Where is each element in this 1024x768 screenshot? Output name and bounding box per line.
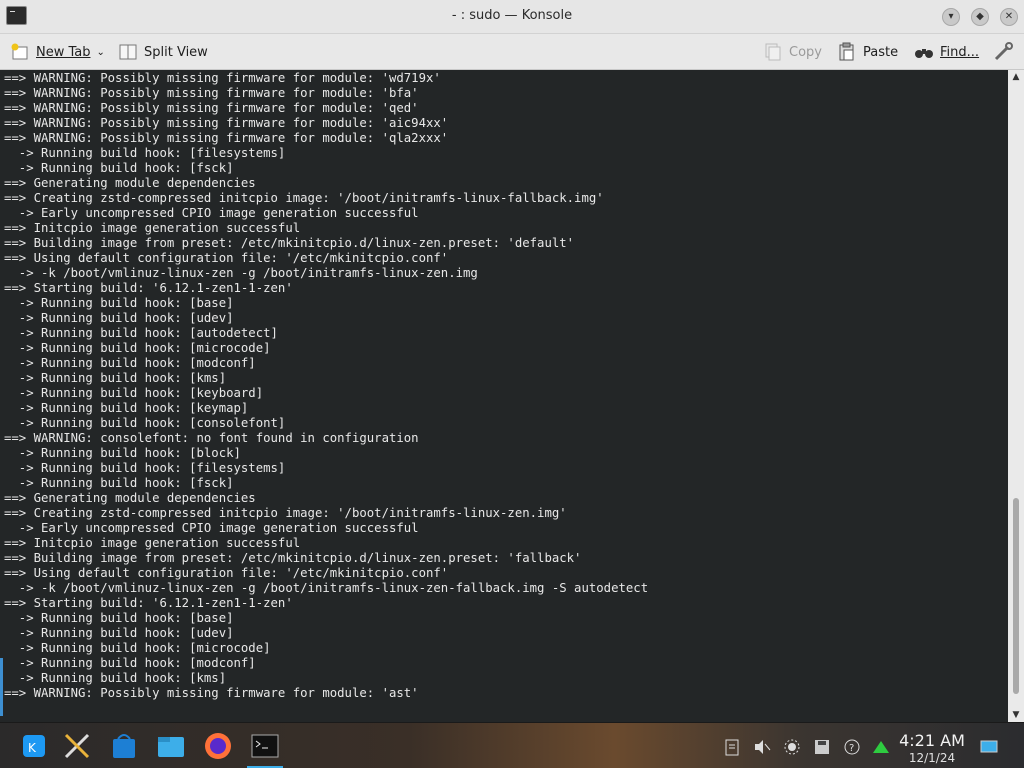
scroll-thumb[interactable]: [1013, 498, 1019, 694]
scroll-up-arrow-icon[interactable]: ▲: [1008, 70, 1024, 84]
terminal-line: -> Running build hook: [base]: [4, 296, 234, 310]
kde-menu-icon[interactable]: K: [19, 731, 49, 761]
scroll-down-arrow-icon[interactable]: ▼: [1008, 708, 1024, 722]
terminal-line: ==> Starting build: '6.12.1-zen1-1-zen': [4, 281, 293, 295]
terminal-line: ==> Starting build: '6.12.1-zen1-1-zen': [4, 596, 293, 610]
clock-time[interactable]: 4:21 AM: [892, 731, 972, 750]
minimize-button[interactable]: ▾: [942, 8, 960, 26]
find-label: Find...: [940, 44, 980, 60]
terminal-line: -> Running build hook: [autodetect]: [4, 326, 278, 340]
window-title: - : sudo — Konsole: [451, 8, 573, 23]
toolbar: New Tab ⌄ Split View Copy Paste Find...: [0, 34, 1024, 70]
help-icon[interactable]: ?: [843, 738, 861, 756]
wrench-screwdriver-icon: [993, 42, 1013, 62]
terminal-line: -> -k /boot/vmlinuz-linux-zen -g /boot/i…: [4, 581, 649, 595]
terminal-line: ==> Building image from preset: /etc/mki…: [4, 551, 582, 565]
vertical-scrollbar[interactable]: ▲ ▼: [1008, 70, 1024, 722]
terminal-line: -> Running build hook: [consolefont]: [4, 416, 286, 430]
taskbar: K ? 4:21 AM 12/1/24: [0, 722, 1024, 768]
terminal-line: ==> WARNING: consolefont: no font found …: [4, 431, 419, 445]
terminal-line: -> Running build hook: [keyboard]: [4, 386, 264, 400]
prompt-marker: [0, 658, 3, 716]
terminal-line: -> Running build hook: [keymap]: [4, 401, 249, 415]
find-button[interactable]: Find...: [914, 40, 979, 64]
maximize-button[interactable]: ◆: [971, 8, 989, 26]
terminal-line: -> Early uncompressed CPIO image generat…: [4, 521, 419, 535]
store-icon[interactable]: [109, 731, 139, 761]
terminal-line: ==> WARNING: Possibly missing firmware f…: [4, 686, 419, 700]
paste-icon: [837, 42, 857, 62]
terminal-line: ==> Generating module dependencies: [4, 176, 256, 190]
paste-label: Paste: [863, 44, 899, 60]
terminal-line: -> Running build hook: [kms]: [4, 671, 227, 685]
paste-button[interactable]: Paste: [837, 40, 898, 64]
terminal-line: -> Running build hook: [filesystems]: [4, 461, 286, 475]
terminal-line: -> Running build hook: [fsck]: [4, 161, 234, 175]
new-tab-icon: [10, 42, 30, 62]
terminal-line: -> Running build hook: [base]: [4, 611, 234, 625]
chevron-down-icon: ▾: [948, 11, 954, 22]
brightness-icon[interactable]: [783, 738, 801, 756]
close-button[interactable]: ✕: [1000, 8, 1018, 26]
tools-icon[interactable]: [62, 731, 92, 761]
terminal-line: -> Running build hook: [microcode]: [4, 641, 271, 655]
terminal-line: -> Running build hook: [block]: [4, 446, 241, 460]
terminal-line: ==> WARNING: Possibly missing firmware f…: [4, 116, 449, 130]
close-icon: ✕: [1004, 11, 1014, 22]
terminal-output: ==> WARNING: Possibly missing firmware f…: [4, 71, 648, 701]
terminal-line: ==> Initcpio image generation successful: [4, 221, 301, 235]
copy-icon: [763, 42, 783, 62]
binoculars-icon: [914, 42, 934, 62]
clock-date[interactable]: 12/1/24: [892, 751, 972, 765]
terminal-line: ==> WARNING: Possibly missing firmware f…: [4, 131, 449, 145]
files-icon[interactable]: [156, 731, 186, 761]
terminal-line: -> Running build hook: [fsck]: [4, 476, 234, 490]
terminal-line: ==> Creating zstd-compressed initcpio im…: [4, 506, 567, 520]
terminal-line: -> Early uncompressed CPIO image generat…: [4, 206, 419, 220]
terminal-line: ==> WARNING: Possibly missing firmware f…: [4, 71, 441, 85]
volume-muted-icon[interactable]: [753, 738, 771, 756]
terminal-line: -> Running build hook: [filesystems]: [4, 146, 286, 160]
terminal-line: ==> Using default configuration file: '/…: [4, 251, 449, 265]
konsole-icon[interactable]: [250, 731, 280, 761]
terminal-line: -> -k /boot/vmlinuz-linux-zen -g /boot/i…: [4, 266, 478, 280]
new-tab-label: New Tab: [36, 44, 91, 60]
split-view-icon: [118, 42, 138, 62]
new-tab-button[interactable]: New Tab ⌄: [10, 40, 105, 64]
diamond-icon: ◆: [976, 11, 984, 22]
terminal-line: ==> Building image from preset: /etc/mki…: [4, 236, 575, 250]
terminal-view[interactable]: ==> WARNING: Possibly missing firmware f…: [0, 70, 1008, 722]
terminal-line: -> Running build hook: [udev]: [4, 626, 234, 640]
settings-button[interactable]: [993, 40, 1019, 64]
show-desktop-icon[interactable]: [980, 738, 998, 756]
terminal-line: -> Running build hook: [modconf]: [4, 356, 256, 370]
dropdown-arrow-icon[interactable]: ⌄: [97, 47, 105, 58]
terminal-line: -> Running build hook: [microcode]: [4, 341, 271, 355]
terminal-line: ==> Creating zstd-compressed initcpio im…: [4, 191, 604, 205]
terminal-line: ==> WARNING: Possibly missing firmware f…: [4, 101, 419, 115]
clipboard-icon[interactable]: [723, 738, 741, 756]
terminal-line: ==> Using default configuration file: '/…: [4, 566, 449, 580]
copy-label: Copy: [789, 44, 822, 60]
terminal-line: -> Running build hook: [modconf]: [4, 656, 256, 670]
svg-text:?: ?: [849, 743, 854, 754]
copy-button[interactable]: Copy: [763, 40, 822, 64]
network-icon[interactable]: [872, 738, 890, 756]
terminal-line: ==> Initcpio image generation successful: [4, 536, 301, 550]
svg-text:K: K: [28, 741, 37, 755]
firefox-icon[interactable]: [203, 731, 233, 761]
title-bar: - : sudo — Konsole ▾ ◆ ✕: [0, 0, 1024, 34]
terminal-line: -> Running build hook: [kms]: [4, 371, 227, 385]
storage-icon[interactable]: [813, 738, 831, 756]
terminal-line: ==> Generating module dependencies: [4, 491, 256, 505]
split-view-button[interactable]: Split View: [118, 40, 208, 64]
terminal-line: ==> WARNING: Possibly missing firmware f…: [4, 86, 419, 100]
terminal-line: -> Running build hook: [udev]: [4, 311, 234, 325]
split-view-label: Split View: [144, 44, 208, 60]
